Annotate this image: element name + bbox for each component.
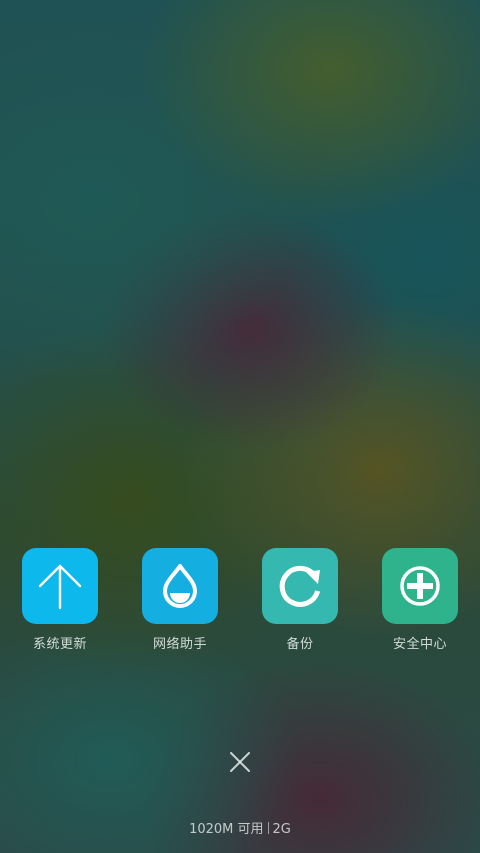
memory-status: 1020M 可用 2G [0, 818, 480, 837]
close-icon [230, 752, 250, 772]
separator [267, 822, 269, 834]
memory-available-text: 1020M 可用 [189, 822, 264, 837]
app-backup[interactable]: 备份 [240, 548, 360, 652]
app-label: 网络助手 [152, 637, 207, 652]
arrow-up-icon [38, 564, 82, 610]
quick-apps-row: 系统更新 网络助手 备份 安全中心 [0, 548, 480, 658]
app-label: 备份 [286, 637, 314, 652]
app-security-center[interactable]: 安全中心 [360, 548, 480, 652]
shield-cross-icon [400, 566, 440, 606]
close-button[interactable] [220, 742, 260, 782]
app-label: 系统更新 [32, 637, 87, 652]
app-network-assistant[interactable]: 网络助手 [120, 548, 240, 652]
app-system-update[interactable]: 系统更新 [0, 548, 120, 652]
app-tile[interactable] [142, 548, 218, 624]
app-tile[interactable] [382, 548, 458, 624]
app-tile[interactable] [22, 548, 98, 624]
app-label: 安全中心 [392, 637, 447, 652]
water-drop-icon [163, 564, 197, 608]
network-type-text: 2G [272, 822, 291, 837]
app-tile[interactable] [262, 548, 338, 624]
refresh-circle-icon [279, 565, 321, 607]
